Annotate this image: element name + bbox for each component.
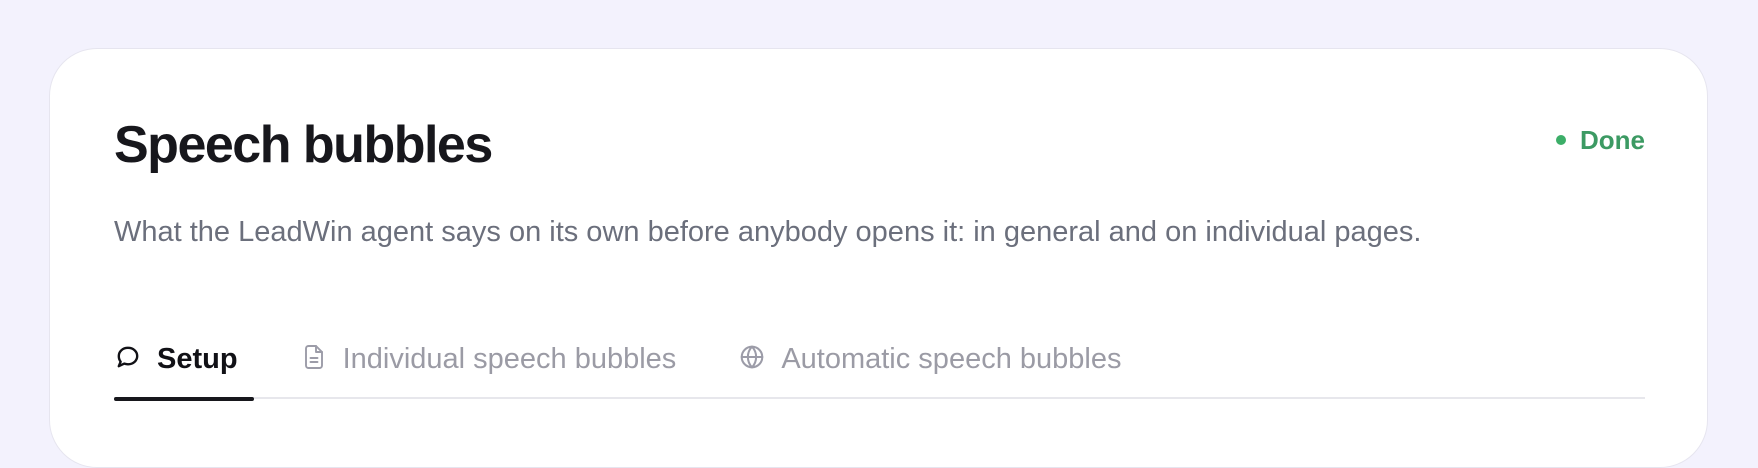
- tab-label: Automatic speech bubbles: [781, 343, 1122, 375]
- page-subtitle: What the LeadWin agent says on its own b…: [114, 216, 1422, 248]
- globe-icon: [738, 343, 766, 371]
- tab-label: Setup: [157, 343, 238, 375]
- tab-individual-speech-bubbles[interactable]: Individual speech bubbles: [300, 335, 677, 399]
- speech-bubbles-card: Speech bubbles Done What the LeadWin age…: [49, 48, 1708, 468]
- tab-setup[interactable]: Setup: [114, 335, 254, 401]
- tab-label: Individual speech bubbles: [342, 343, 677, 375]
- status-dot-icon: [1556, 135, 1566, 145]
- document-icon: [300, 343, 328, 371]
- status-label: Done: [1580, 125, 1645, 155]
- status-badge: Done: [1556, 127, 1645, 153]
- tab-automatic-speech-bubbles[interactable]: Automatic speech bubbles: [738, 335, 1121, 399]
- page-title: Speech bubbles: [114, 116, 493, 174]
- tab-bar: Setup Individual speech bubbles Automati…: [114, 335, 1645, 401]
- speech-bubble-icon: [114, 343, 142, 371]
